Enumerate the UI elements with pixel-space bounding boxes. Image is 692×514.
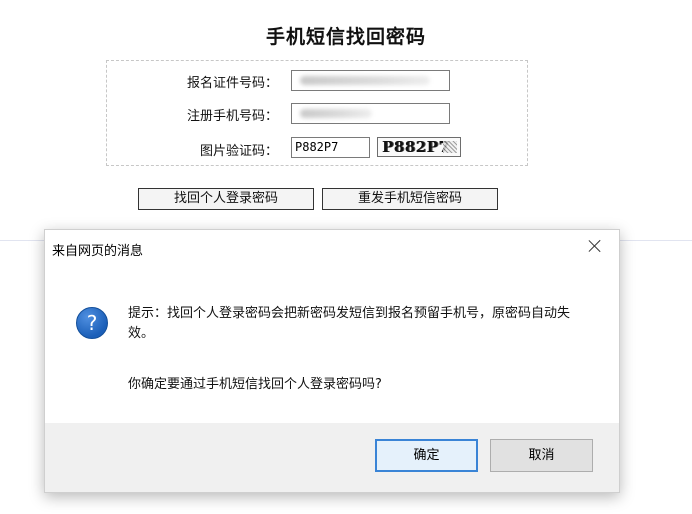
recover-password-button[interactable]: 找回个人登录密码 [138, 188, 314, 210]
captcha-image[interactable]: P882P7 [377, 137, 461, 157]
message-dialog: 来自网页的消息 ? 提示：找回个人登录密码会把新密码发短信到报名预留手机号，原密… [44, 229, 620, 493]
phone-input[interactable] [291, 103, 450, 124]
blurred-text [300, 109, 372, 118]
phone-label: 注册手机号码： [186, 109, 278, 124]
dialog-message: 提示：找回个人登录密码会把新密码发短信到报名预留手机号，原密码自动失效。 [128, 306, 571, 341]
resend-sms-button[interactable]: 重发手机短信密码 [322, 188, 498, 210]
captcha-input[interactable]: P882P7 [291, 137, 370, 158]
id-number-label: 报名证件号码： [186, 76, 278, 91]
captcha-noise [443, 141, 457, 153]
dialog-title: 来自网页的消息 [52, 244, 144, 259]
question-icon: ? [76, 307, 108, 339]
ok-button[interactable]: 确定 [375, 439, 478, 472]
dialog-footer: 确定 取消 [45, 423, 619, 492]
close-icon[interactable] [585, 236, 605, 256]
id-number-input[interactable] [291, 70, 450, 91]
dialog-confirm-text: 你确定要通过手机短信找回个人登录密码吗? [128, 377, 382, 392]
captcha-label: 图片验证码： [199, 144, 278, 159]
page-title: 手机短信找回密码 [265, 26, 426, 48]
blurred-text [300, 76, 430, 85]
captcha-image-text: P882P7 [382, 138, 450, 156]
cancel-button[interactable]: 取消 [490, 439, 593, 472]
